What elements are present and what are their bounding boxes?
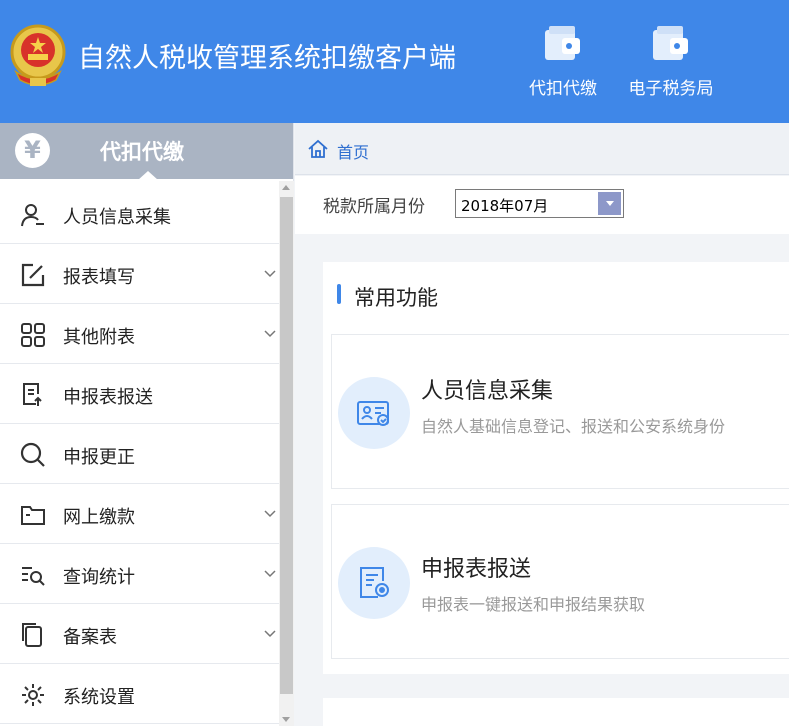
sidebar-item-system-settings[interactable]: 系统设置 [0,664,279,724]
wallet-icon [653,26,688,60]
sidebar-item-label: 人员信息采集 [63,207,171,228]
header-button-withholding[interactable]: 代扣代缴 [518,22,608,112]
function-card-personnel-info[interactable]: 人员信息采集 自然人基础信息登记、报送和公安系统身份 [331,334,789,489]
national-emblem-icon [10,24,66,86]
sidebar-item-other-schedules[interactable]: 其他附表 [0,304,279,364]
chevron-down-icon [264,330,276,338]
section-title: 常用功能 [354,286,438,310]
folder-icon [21,506,45,525]
chevron-down-icon [264,630,276,638]
card-description: 自然人基础信息登记、报送和公安系统身份 [421,417,726,436]
gear-icon [22,684,44,706]
sidebar-item-label: 申报表报送 [63,387,153,408]
sidebar-item-online-payment[interactable]: 网上缴款 [0,484,279,544]
sidebar-item-label: 系统设置 [63,687,135,708]
tax-month-select[interactable]: 2018年07月 [455,189,624,218]
header-button-label: 代扣代缴 [529,79,597,99]
dropdown-arrow-icon[interactable] [598,192,621,215]
id-card-icon [357,401,389,426]
sidebar-item-report-submit[interactable]: 申报表报送 [0,364,279,424]
search-icon [20,442,45,467]
sidebar-scrollbar[interactable] [279,181,294,726]
chevron-down-icon [264,570,276,578]
card-icon-circle [338,547,410,619]
list-search-icon [22,567,45,586]
report-send-icon [23,383,42,406]
tax-month-label: 税款所属月份 [323,197,425,217]
scrollbar-thumb[interactable] [280,197,293,694]
grid-icon [21,323,45,347]
sidebar-item-report-fill[interactable]: 报表填写 [0,244,279,304]
card-description: 申报表一键报送和申报结果获取 [421,595,646,614]
header-button-e-tax-bureau[interactable]: 电子税务局 [626,22,716,112]
sidebar: ¥ 代扣代缴 人员信息采集 报表填写 其他附表 申报表报送 申报更正 网上缴款 … [0,123,294,726]
sidebar-header-pointer [138,171,158,180]
wallet-icon [545,26,580,60]
edit-icon [21,263,45,287]
document-send-icon [360,567,389,598]
app-header: 自然人税收管理系统扣缴客户端 代扣代缴 电子税务局 [0,0,789,123]
sidebar-menu: 人员信息采集 报表填写 其他附表 申报表报送 申报更正 网上缴款 查询统计 备案… [0,184,279,724]
sidebar-header: ¥ 代扣代缴 [0,123,293,180]
sidebar-item-label: 报表填写 [63,267,135,288]
chevron-down-icon [264,510,276,518]
person-icon [21,204,44,227]
next-panel [323,698,789,726]
sidebar-item-report-correction[interactable]: 申报更正 [0,424,279,484]
common-functions-panel: 常用功能 人员信息采集 自然人基础信息登记、报送和公安系统身份 申报表报送 申报… [323,262,789,674]
copy-icon [22,623,42,647]
filter-bar: 税款所属月份 2018年07月 [295,176,789,234]
card-title: 申报表报送 [421,557,532,582]
scroll-down-arrow-icon[interactable] [282,717,290,722]
home-icon[interactable] [307,138,329,160]
chevron-down-icon [264,270,276,278]
section-accent-bar [337,284,341,304]
yen-icon: ¥ [15,133,50,168]
sidebar-title: 代扣代缴 [100,140,184,164]
sidebar-item-label: 申报更正 [63,447,135,468]
card-title: 人员信息采集 [421,379,554,404]
function-card-report-submit[interactable]: 申报表报送 申报表一键报送和申报结果获取 [331,504,789,659]
sidebar-item-personnel-info[interactable]: 人员信息采集 [0,184,279,244]
sidebar-item-label: 网上缴款 [63,507,135,528]
sidebar-item-label: 备案表 [63,627,117,648]
card-icon-circle [338,377,410,449]
app-title: 自然人税收管理系统扣缴客户端 [78,43,456,74]
sidebar-item-filing-form[interactable]: 备案表 [0,604,279,664]
header-button-label: 电子税务局 [628,79,714,99]
tax-month-value: 2018年07月 [461,197,549,215]
sidebar-item-label: 查询统计 [63,567,135,588]
breadcrumb-home-link[interactable]: 首页 [337,139,369,163]
sidebar-item-query-statistics[interactable]: 查询统计 [0,544,279,604]
scroll-up-arrow-icon[interactable] [282,185,290,190]
breadcrumb: 首页 [295,123,789,175]
sidebar-item-label: 其他附表 [63,327,135,348]
